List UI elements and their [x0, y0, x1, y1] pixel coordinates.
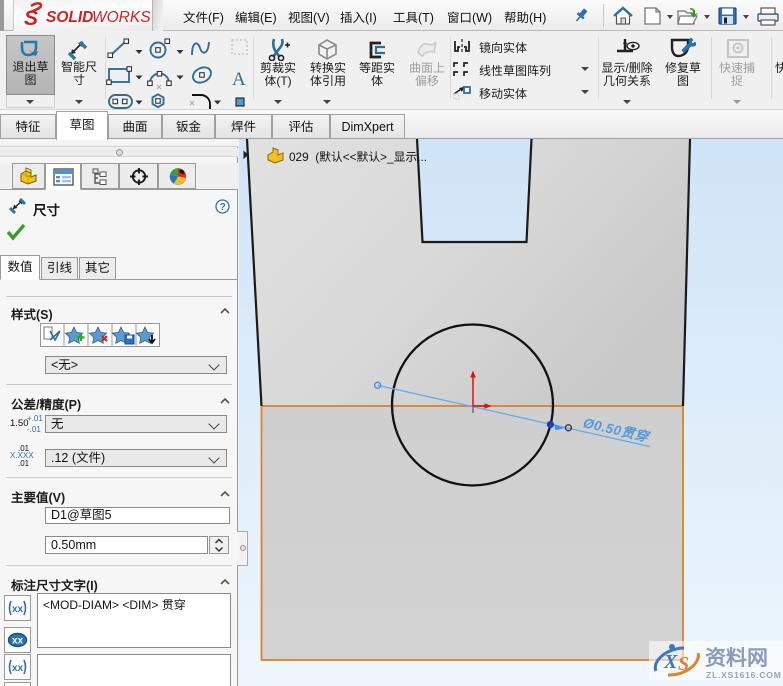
svg-text:xx: xx — [12, 604, 24, 615]
svg-text:?: ? — [220, 202, 226, 213]
svg-text:X: X — [663, 651, 678, 673]
svg-text:S: S — [678, 653, 689, 675]
svg-text:ZL.XS1616.COM: ZL.XS1616.COM — [706, 670, 782, 680]
svg-text:资料网: 资料网 — [705, 646, 768, 670]
svg-text:xx: xx — [12, 663, 24, 674]
svg-text:xx: xx — [12, 636, 24, 647]
svg-text:S: S — [24, 7, 38, 29]
svg-text:SOLID: SOLID — [46, 9, 93, 26]
svg-text:029 (默认<<默认>_显示...: 029 (默认<<默认>_显示... — [289, 150, 427, 164]
svg-text:A: A — [232, 69, 246, 90]
svg-text:WORKS: WORKS — [92, 9, 151, 26]
